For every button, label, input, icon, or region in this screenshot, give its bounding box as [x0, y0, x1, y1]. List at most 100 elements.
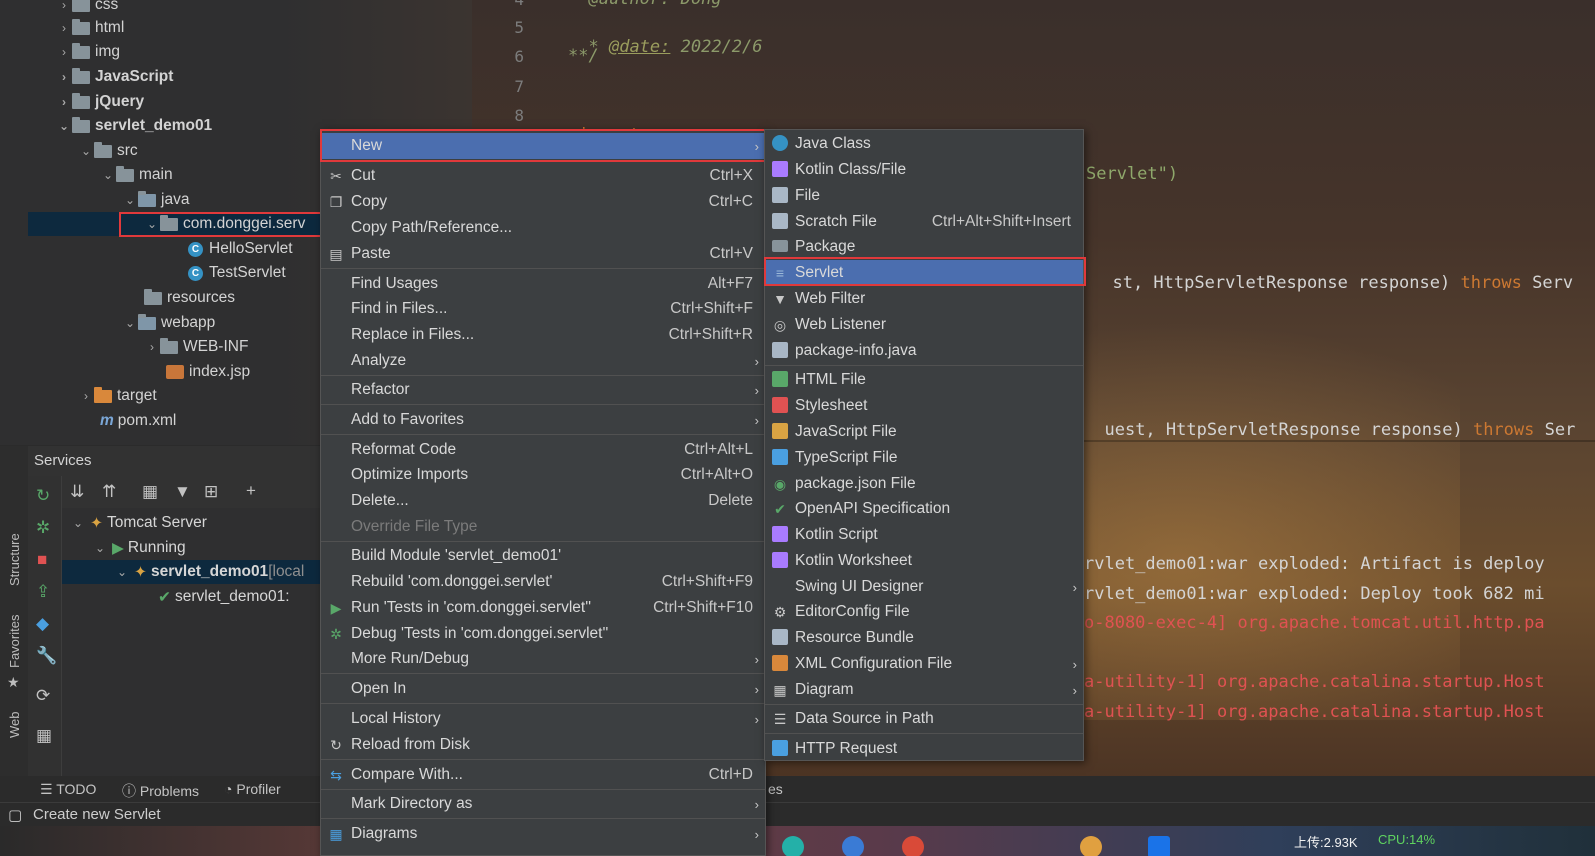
rerun-icon[interactable]: ↻ — [36, 486, 50, 506]
menu-item-refactor[interactable]: Refactor › — [321, 377, 765, 403]
taskbar-app-icon[interactable] — [1148, 836, 1170, 856]
stop-icon[interactable]: ■ — [37, 550, 47, 570]
submenu-item-javascript-file[interactable]: JavaScript File — [765, 419, 1083, 445]
structure-tab[interactable]: Structure — [7, 533, 22, 586]
tree-item-web-inf[interactable]: › WEB-INF — [144, 335, 248, 359]
tree-item-main[interactable]: ⌄ main — [100, 163, 173, 187]
tree-item-webapp[interactable]: ⌄ webapp — [122, 311, 215, 335]
refresh-icon[interactable]: ⟳ — [36, 686, 50, 706]
collapse-arrow-icon[interactable]: ⌄ — [144, 217, 160, 231]
submenu-item-scratch-file[interactable]: Scratch File Ctrl+Alt+Shift+Insert — [765, 209, 1083, 235]
menu-item-replace-in-files[interactable]: Replace in Files... Ctrl+Shift+R — [321, 322, 765, 348]
taskbar-app-icon[interactable] — [782, 836, 804, 856]
submenu-item-xml-config[interactable]: XML Configuration File › — [765, 651, 1083, 677]
tree-item-java[interactable]: ⌄ java — [122, 188, 189, 212]
tree-item-helloservlet[interactable]: C HelloServlet — [188, 237, 293, 261]
tree-item-testservlet[interactable]: C TestServlet — [188, 261, 286, 285]
expand-arrow-icon[interactable]: › — [56, 0, 72, 12]
artifact-icon[interactable]: ◆ — [36, 614, 49, 634]
tree-item-index-jsp[interactable]: index.jsp — [166, 360, 250, 384]
collapse-arrow-icon[interactable]: ⌄ — [122, 193, 138, 207]
submenu-item-kotlin-script[interactable]: Kotlin Script — [765, 522, 1083, 548]
menu-item-find-usages[interactable]: Find Usages Alt+F7 — [321, 271, 765, 297]
profiler-tab[interactable]: ◔ Profiler — [224, 781, 281, 797]
tree-item-target[interactable]: › target — [78, 384, 157, 408]
submenu-item-http-request[interactable]: HTTP Request — [765, 736, 1083, 762]
collapse-arrow-icon[interactable]: ⌄ — [114, 565, 130, 579]
group-icon[interactable]: ▦ — [142, 482, 158, 502]
menu-item-copy[interactable]: ❐ Copy Ctrl+C — [321, 189, 765, 215]
tree-item-img[interactable]: › img — [56, 40, 120, 64]
tree-item-servlet-demo01[interactable]: ⌄ servlet_demo01 — [56, 114, 212, 138]
submenu-item-openapi[interactable]: ✔ OpenAPI Specification — [765, 496, 1083, 522]
todo-tab[interactable]: ☰ TODO — [40, 781, 96, 798]
expand-arrow-icon[interactable]: › — [56, 45, 72, 59]
service-servlet-demo01[interactable]: ⌄ ✦ servlet_demo01 [local — [62, 560, 320, 584]
collapse-arrow-icon[interactable]: ⌄ — [70, 516, 86, 530]
wrench-icon[interactable]: 🔧 — [36, 646, 57, 666]
new-tab-icon[interactable]: ⊞ — [204, 482, 218, 502]
menu-item-analyze[interactable]: Analyze › — [321, 348, 765, 374]
submenu-item-diagram[interactable]: ▦ Diagram › — [765, 677, 1083, 703]
submenu-item-kotlin-class[interactable]: Kotlin Class/File — [765, 157, 1083, 183]
tree-item-package-selected[interactable]: ⌄ com.donggei.serv — [28, 212, 322, 236]
service-running[interactable]: ⌄ ▶ Running — [92, 536, 186, 560]
submenu-item-typescript-file[interactable]: TypeScript File — [765, 445, 1083, 471]
collapse-all-icon[interactable]: ⇈ — [102, 482, 116, 502]
menu-item-new[interactable]: New › — [321, 133, 765, 159]
collapse-arrow-icon[interactable]: ⌄ — [122, 316, 138, 330]
submenu-item-file[interactable]: File — [765, 183, 1083, 209]
problems-tab[interactable]: ⓘ Problems — [122, 781, 199, 801]
add-icon[interactable]: + — [246, 481, 256, 501]
tree-item-src[interactable]: ⌄ src — [78, 139, 138, 163]
menu-item-optimize-imports[interactable]: Optimize Imports Ctrl+Alt+O — [321, 462, 765, 488]
menu-item-more-run-debug[interactable]: More Run/Debug › — [321, 646, 765, 672]
layout-icon[interactable]: ▦ — [36, 726, 52, 746]
expand-arrow-icon[interactable]: › — [78, 389, 94, 403]
submenu-item-package[interactable]: Package — [765, 234, 1083, 260]
collapse-arrow-icon[interactable]: ⌄ — [56, 119, 72, 133]
services-tab[interactable]: es — [768, 781, 783, 797]
expand-arrow-icon[interactable]: › — [56, 70, 72, 84]
menu-item-mark-directory-as[interactable]: Mark Directory as › — [321, 791, 765, 817]
submenu-item-package-json[interactable]: ◉ package.json File — [765, 471, 1083, 497]
taskbar-app-icon[interactable] — [902, 836, 924, 856]
tree-item-pom[interactable]: m pom.xml — [100, 409, 176, 433]
service-artifact[interactable]: ✔ servlet_demo01: — [158, 585, 290, 609]
submenu-item-package-info[interactable]: package-info.java — [765, 338, 1083, 364]
collapse-arrow-icon[interactable]: ⌄ — [100, 168, 116, 182]
submenu-item-java-class[interactable]: Java Class — [765, 131, 1083, 157]
favorites-tab[interactable]: Favorites — [7, 615, 22, 668]
tree-item-html[interactable]: › html — [56, 16, 124, 40]
submenu-item-servlet[interactable]: ≡ Servlet — [765, 260, 1083, 286]
menu-item-local-history[interactable]: Local History › — [321, 706, 765, 732]
expand-arrow-icon[interactable]: › — [144, 340, 160, 354]
debug-icon[interactable]: ✲ — [36, 518, 50, 538]
tree-item-css[interactable]: › css — [56, 0, 118, 17]
deploy-icon[interactable]: ⇪ — [36, 582, 50, 602]
service-tomcat-server[interactable]: ⌄ ✦ Tomcat Server — [70, 511, 207, 535]
menu-item-run-tests[interactable]: ▶ Run 'Tests in 'com.donggei.servlet'' Ctr… — [321, 595, 765, 621]
menu-item-cut[interactable]: ✂ Cut Ctrl+X — [321, 163, 765, 189]
filter-icon[interactable]: ▼ — [174, 482, 191, 502]
menu-item-debug-tests[interactable]: ✲ Debug 'Tests in 'com.donggei.servlet'' — [321, 621, 765, 647]
menu-item-compare-with[interactable]: ⇆ Compare With... Ctrl+D — [321, 762, 765, 788]
menu-item-reformat-code[interactable]: Reformat Code Ctrl+Alt+L — [321, 437, 765, 463]
submenu-item-swing-ui-designer[interactable]: Swing UI Designer › — [765, 574, 1083, 600]
expand-arrow-icon[interactable]: › — [56, 95, 72, 109]
taskbar-app-icon[interactable] — [1080, 836, 1102, 856]
submenu-item-resource-bundle[interactable]: Resource Bundle — [765, 625, 1083, 651]
collapse-arrow-icon[interactable]: ⌄ — [92, 541, 108, 555]
submenu-item-editorconfig[interactable]: ⚙ EditorConfig File — [765, 599, 1083, 625]
menu-item-add-to-favorites[interactable]: Add to Favorites › — [321, 407, 765, 433]
tree-item-javascript[interactable]: › JavaScript — [56, 65, 173, 89]
expand-arrow-icon[interactable]: › — [56, 21, 72, 35]
menu-item-rebuild[interactable]: Rebuild 'com.donggei.servlet' Ctrl+Shift+… — [321, 569, 765, 595]
menu-item-copy-path[interactable]: Copy Path/Reference... — [321, 215, 765, 241]
menu-item-find-in-files[interactable]: Find in Files... Ctrl+Shift+F — [321, 296, 765, 322]
menu-item-delete[interactable]: Delete... Delete — [321, 488, 765, 514]
expand-all-icon[interactable]: ⇊ — [70, 482, 84, 502]
submenu-item-kotlin-worksheet[interactable]: Kotlin Worksheet — [765, 548, 1083, 574]
submenu-item-stylesheet[interactable]: Stylesheet — [765, 393, 1083, 419]
menu-item-diagrams[interactable]: ▦ Diagrams › — [321, 821, 765, 847]
